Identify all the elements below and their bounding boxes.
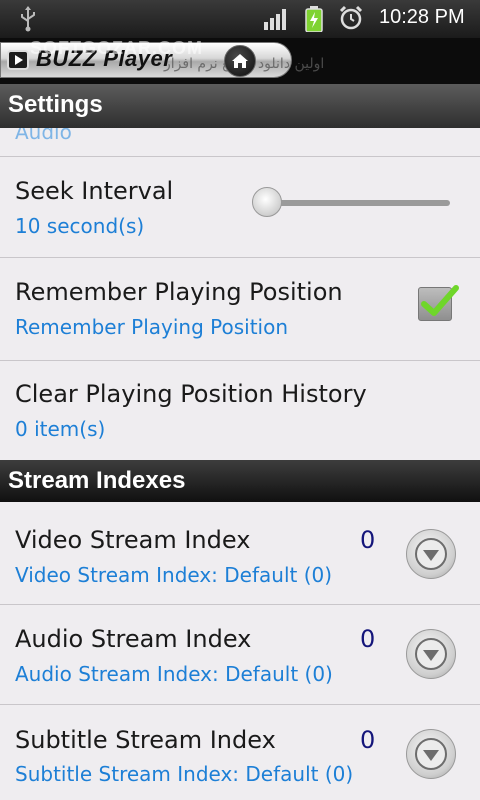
subtitle-stream-index-value: 0 <box>360 726 376 754</box>
chevron-down-icon <box>415 638 447 670</box>
status-time: 10:28 PM <box>379 6 465 28</box>
audio-stream-index-dropdown-button[interactable] <box>406 629 456 679</box>
chevron-down-icon <box>415 738 447 770</box>
seek-interval-slider-track[interactable] <box>262 200 450 206</box>
app-bar: BUZZ Player SOFTGOZAR.COM اولین دانلود م… <box>0 38 480 84</box>
seek-interval-title: Seek Interval <box>15 177 174 205</box>
subtitle-stream-index-dropdown-button[interactable] <box>406 729 456 779</box>
chevron-down-icon <box>415 538 447 570</box>
stream-indexes-section-header: Stream Indexes <box>0 460 480 502</box>
seek-interval-summary: 10 second(s) <box>15 214 145 238</box>
remember-position-checkbox[interactable] <box>418 285 459 321</box>
subtitle-stream-index-summary: Subtitle Stream Index: Default (0) <box>15 762 354 786</box>
audio-stream-index-item[interactable]: Audio Stream Index Audio Stream Index: D… <box>0 605 480 705</box>
remember-position-summary: Remember Playing Position <box>15 315 289 339</box>
video-stream-index-value: 0 <box>360 526 376 554</box>
app-logo-play-icon <box>7 50 29 70</box>
partial-item[interactable] <box>0 128 480 157</box>
video-stream-index-title: Video Stream Index <box>15 526 251 554</box>
seek-interval-item[interactable]: Seek Interval 10 second(s) <box>0 157 480 258</box>
audio-stream-index-value: 0 <box>360 625 376 653</box>
subtitle-stream-index-title: Subtitle Stream Index <box>15 726 276 754</box>
settings-section-header: Settings <box>0 84 480 128</box>
battery-charging-icon <box>305 6 323 32</box>
checkmark-icon <box>421 285 459 316</box>
clear-history-title: Clear Playing Position History <box>15 380 367 408</box>
remember-position-title: Remember Playing Position <box>15 278 343 306</box>
home-button[interactable] <box>224 45 256 77</box>
signal-strength-icon <box>264 9 286 30</box>
remember-position-item[interactable]: Remember Playing Position Remember Playi… <box>0 258 480 361</box>
clear-history-summary: 0 item(s) <box>15 417 106 441</box>
video-stream-index-item[interactable]: Video Stream Index Video Stream Index: D… <box>0 502 480 605</box>
clear-history-item[interactable]: Clear Playing Position History 0 item(s) <box>0 361 480 460</box>
status-bar: 10:28 PM <box>0 0 480 38</box>
seek-interval-slider-thumb[interactable] <box>252 187 282 217</box>
video-stream-index-summary: Video Stream Index: Default (0) <box>15 563 333 587</box>
subtitle-stream-index-item[interactable]: Subtitle Stream Index Subtitle Stream In… <box>0 705 480 800</box>
audio-stream-index-summary: Audio Stream Index: Default (0) <box>15 662 333 686</box>
alarm-clock-icon <box>339 5 363 30</box>
usb-icon <box>21 6 35 32</box>
video-stream-index-dropdown-button[interactable] <box>406 529 456 579</box>
home-icon <box>232 54 248 68</box>
audio-stream-index-title: Audio Stream Index <box>15 625 252 653</box>
